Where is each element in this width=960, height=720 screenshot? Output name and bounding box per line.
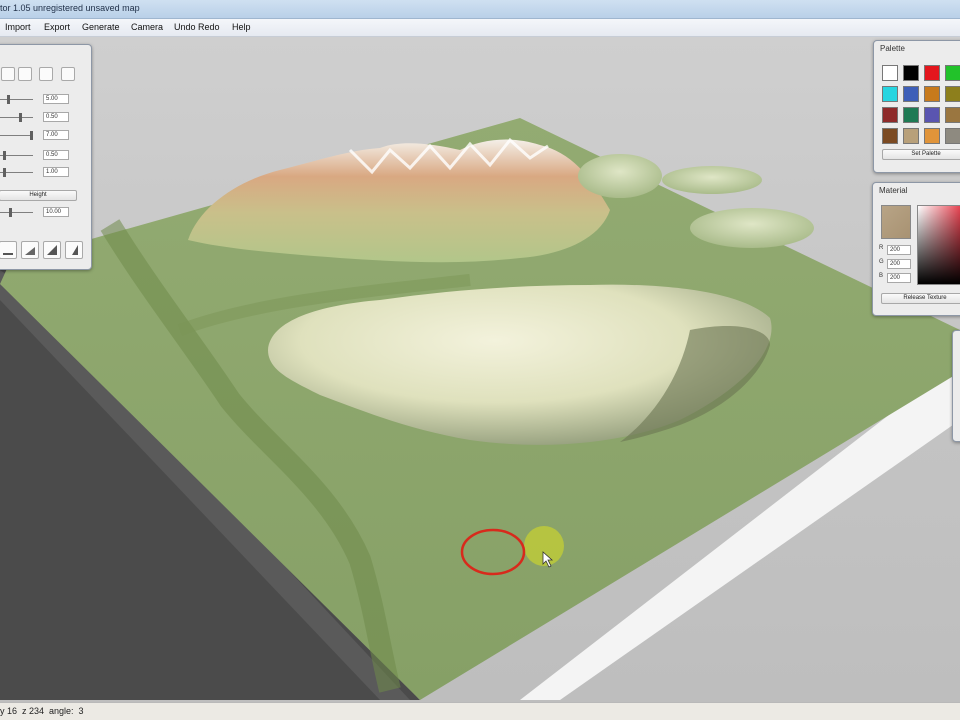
slider-row-3: 7.00 <box>0 130 85 141</box>
palette-swatch[interactable] <box>924 86 940 102</box>
slider-track <box>0 117 33 118</box>
slider-value-6[interactable]: 10.00 <box>43 207 69 217</box>
palette-swatch[interactable] <box>882 65 898 81</box>
menu-undo-redo[interactable]: Undo Redo <box>174 22 220 32</box>
menu-import[interactable]: Import <box>5 22 31 32</box>
palette-swatch[interactable] <box>882 107 898 123</box>
palette-swatch[interactable] <box>945 107 960 123</box>
palette-swatch[interactable] <box>924 128 940 144</box>
flatten-tool-button[interactable] <box>0 241 17 259</box>
palette-swatch[interactable] <box>945 128 960 144</box>
hill-mound-1 <box>578 154 662 198</box>
release-texture-button[interactable]: Release Texture <box>881 293 960 304</box>
slider-row-2: 0.50 <box>0 112 85 123</box>
tool-button-1[interactable] <box>1 67 15 81</box>
window-title: tor 1.05 unregistered unsaved map <box>0 3 140 13</box>
raise-tool-button[interactable] <box>43 241 61 259</box>
rgb-row-g: G 200 <box>879 259 915 269</box>
lower-tool-icon <box>72 245 78 255</box>
palette-swatch[interactable] <box>924 107 940 123</box>
hill-mound-3 <box>690 208 814 248</box>
r-value-field[interactable]: 200 <box>887 245 911 255</box>
menu-bar: Import Export Generate Camera Undo Redo … <box>0 19 960 37</box>
slider-row-6: 10.00 <box>0 207 85 218</box>
menu-export[interactable]: Export <box>44 22 70 32</box>
rgb-row-b: B 200 <box>879 273 915 283</box>
g-value-field[interactable]: 200 <box>887 259 911 269</box>
tool-button-2[interactable] <box>18 67 32 81</box>
status-text: y 16 z 234 angle: 3 <box>0 706 84 716</box>
status-bar: y 16 z 234 angle: 3 <box>0 702 960 720</box>
palette-swatch[interactable] <box>924 65 940 81</box>
slider-thumb[interactable] <box>19 113 22 122</box>
slider-thumb[interactable] <box>3 151 6 160</box>
slider-thumb[interactable] <box>3 168 6 177</box>
slider-track <box>0 99 33 100</box>
b-value-field[interactable]: 200 <box>887 273 911 283</box>
tool-button-4[interactable] <box>61 67 75 81</box>
smooth-tool-button[interactable] <box>21 241 39 259</box>
palette-swatch[interactable] <box>903 128 919 144</box>
material-color-picker[interactable] <box>917 205 960 285</box>
menu-help[interactable]: Help <box>232 22 251 32</box>
slider-value-4[interactable]: 0.50 <box>43 150 69 160</box>
slider-track <box>0 212 33 213</box>
palette-swatch[interactable] <box>945 65 960 81</box>
terrain-scene[interactable] <box>0 37 960 702</box>
hill-mound-2 <box>662 166 762 194</box>
palette-swatch[interactable] <box>945 86 960 102</box>
flatten-tool-icon <box>3 253 13 255</box>
brush-tool-panel: 5.00 0.50 7.00 0.50 1.00 Height 10.00 <box>0 44 92 270</box>
g-label: G <box>879 259 884 265</box>
b-label: B <box>879 273 884 279</box>
r-label: R <box>879 245 884 251</box>
terrain-viewport[interactable] <box>0 37 960 702</box>
slider-thumb[interactable] <box>9 208 12 217</box>
slider-thumb[interactable] <box>7 95 10 104</box>
slider-row-4: 0.50 <box>0 150 85 161</box>
title-bar: tor 1.05 unregistered unsaved map <box>0 0 960 19</box>
material-texture-preview[interactable] <box>881 205 911 239</box>
palette-swatch[interactable] <box>882 128 898 144</box>
slider-value-3[interactable]: 7.00 <box>43 130 69 140</box>
palette-title: Palette <box>880 44 905 53</box>
side-panel-partial <box>952 330 960 442</box>
menu-camera[interactable]: Camera <box>131 22 163 32</box>
palette-swatch[interactable] <box>903 65 919 81</box>
slider-row-1: 5.00 <box>0 94 85 105</box>
menu-generate[interactable]: Generate <box>82 22 120 32</box>
lower-tool-button[interactable] <box>65 241 83 259</box>
raise-tool-icon <box>47 245 57 255</box>
slider-value-1[interactable]: 5.00 <box>43 94 69 104</box>
palette-swatch[interactable] <box>882 86 898 102</box>
tool-button-3[interactable] <box>39 67 53 81</box>
material-panel: Material R 200 G 200 B 200 Release Textu… <box>872 182 960 316</box>
palette-swatch[interactable] <box>903 107 919 123</box>
slider-thumb[interactable] <box>30 131 33 140</box>
slider-row-5: 1.00 <box>0 167 85 178</box>
smooth-tool-icon <box>25 247 35 255</box>
set-palette-button[interactable]: Set Palette <box>882 149 960 160</box>
height-button[interactable]: Height <box>0 190 77 201</box>
slider-track <box>0 135 33 136</box>
palette-panel: Palette Set Palette <box>873 40 960 173</box>
slider-value-5[interactable]: 1.00 <box>43 167 69 177</box>
rgb-row-r: R 200 <box>879 245 915 255</box>
slider-value-2[interactable]: 0.50 <box>43 112 69 122</box>
material-title: Material <box>879 186 908 195</box>
palette-swatch[interactable] <box>903 86 919 102</box>
